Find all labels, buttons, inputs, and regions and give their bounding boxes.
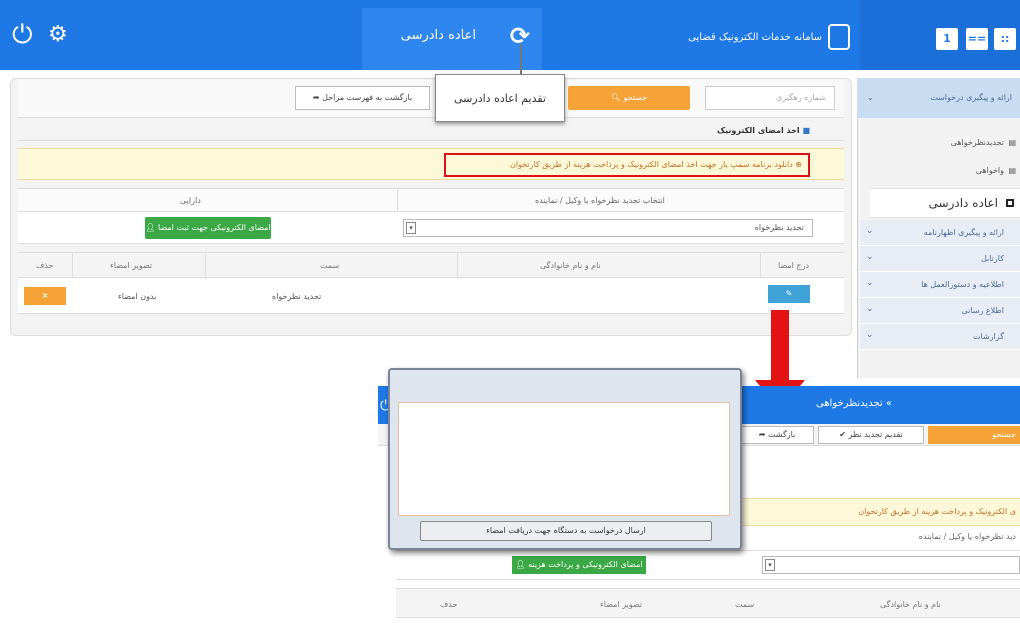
sidebar-item-label: تجدیدنظرخواهی bbox=[950, 138, 1004, 147]
tooltip-popup[interactable]: تقدیم اعاده دادرسی bbox=[435, 74, 565, 122]
menu-button[interactable]: == bbox=[966, 28, 988, 50]
sidebar-head-label: ارائه و پیگیری درخواست bbox=[930, 93, 1012, 102]
search-button[interactable]: 🔍︎ جستجو bbox=[568, 86, 690, 110]
second-col-role: سمت bbox=[735, 600, 755, 609]
second-subheader: دید نظرخواه یا وکیل / نماینده bbox=[918, 532, 1016, 541]
section-icon: ■ bbox=[802, 126, 810, 135]
download-link[interactable]: دانلود برنامه سمپ یار جهت اخذ امضای الکت… bbox=[444, 153, 810, 177]
chevron-down-icon: ⌄ bbox=[866, 278, 874, 288]
second-sign-button[interactable]: 👤︎ امضای الکترونیکی و پرداخت هزینه bbox=[512, 556, 646, 574]
second-col-signature-image: تصویر امضاء bbox=[600, 600, 643, 609]
chevron-down-icon: ▾ bbox=[765, 559, 775, 571]
search-label: جستجو bbox=[623, 93, 648, 102]
square-icon bbox=[1006, 199, 1014, 207]
col-role: سمت bbox=[320, 261, 340, 270]
chevron-down-icon: ⌄ bbox=[866, 252, 874, 262]
brand: سامانه خدمات الکترونیک قضایی bbox=[680, 24, 850, 50]
gear-icon[interactable]: ⚙ bbox=[48, 22, 68, 47]
page-title: اعاده دادرسی bbox=[400, 28, 476, 43]
row-signature: بدون امضاء bbox=[118, 292, 157, 301]
party-select-value: تجدید نظرخواه bbox=[754, 223, 804, 232]
second-title: تجدیدنظرخواهی « bbox=[815, 398, 892, 409]
back-button[interactable]: ➦ بازگشت به فهرست مراحل bbox=[295, 86, 430, 110]
sign-button[interactable]: 👤︎ امضای الکترونیکی جهت ثبت امضا bbox=[145, 217, 271, 239]
pointer-line bbox=[520, 44, 522, 76]
list-icon: ▤ bbox=[1008, 138, 1016, 147]
form-header bbox=[18, 188, 844, 212]
chevron-down-icon: ⌄ bbox=[866, 226, 874, 236]
send-to-device-button[interactable]: ارسال درخواست به دستگاه جهت دریافت امضاء bbox=[420, 521, 712, 541]
back-arrow-icon: ➦ bbox=[312, 93, 323, 102]
sidebar-group-label: اطلاع رسانی bbox=[961, 306, 1004, 315]
chevron-down-icon: ⌄ bbox=[866, 330, 874, 340]
user-icon: 👤︎ bbox=[145, 223, 158, 232]
sidebar-item-label: اعاده دادرسی bbox=[928, 196, 998, 210]
sidebar-group-label: گزارشات bbox=[973, 332, 1004, 341]
right-header: انتخاب تجدید نظرخواه یا وکیل / نماینده bbox=[535, 196, 665, 205]
chevron-down-icon: ⌄ bbox=[866, 304, 874, 314]
col-full-name: نام و نام خانوادگی bbox=[540, 261, 601, 270]
brand-name: سامانه خدمات الکترونیک قضایی bbox=[688, 32, 822, 43]
apps-button[interactable]: :: bbox=[994, 28, 1016, 50]
edit-signature-button[interactable]: ✎ bbox=[768, 285, 810, 303]
power-icon[interactable]: ⏻ bbox=[12, 20, 33, 51]
second-col-delete: حذف bbox=[440, 600, 458, 609]
download-link-text: دانلود برنامه سمپ یار جهت اخذ امضای الکت… bbox=[510, 160, 793, 169]
second-search-button[interactable]: جستجو bbox=[928, 426, 1020, 444]
second-back-label: بازگشت bbox=[767, 430, 796, 439]
second-title-text: تجدیدنظرخواهی bbox=[815, 398, 883, 409]
col-delete: حذف bbox=[36, 261, 54, 270]
sidebar-item-retrial[interactable]: اعاده دادرسی bbox=[870, 188, 1020, 218]
sidebar-group-notices[interactable]: اطلاعیه و دستورالعمل ها ⌄ bbox=[860, 272, 1020, 298]
row-role: تجدید نظرخواه bbox=[272, 292, 322, 301]
second-party-select[interactable]: ▾ bbox=[762, 556, 1020, 574]
second-col-full-name: نام و نام خانوادگی bbox=[880, 600, 941, 609]
font-size-button[interactable]: 1 bbox=[936, 28, 958, 50]
list-icon: ▤ bbox=[1008, 166, 1016, 175]
col-signature-image: تصویر امضاء bbox=[110, 261, 153, 270]
sidebar-group-label: ارائه و پیگیری اظهارنامه bbox=[923, 228, 1004, 237]
user-icon: 👤︎ bbox=[515, 560, 529, 569]
divider bbox=[18, 140, 844, 141]
second-submit-appeal-button[interactable]: ✔ تقدیم تجدید نظر bbox=[818, 426, 924, 444]
red-arrow-shaft bbox=[771, 310, 789, 382]
left-header: دارایی bbox=[180, 196, 201, 205]
sidebar-item-label: واخواهی bbox=[975, 166, 1004, 175]
chevron-down-icon: ⌄ bbox=[867, 93, 874, 102]
party-select[interactable]: تجدید نظرخواه ▾ bbox=[403, 219, 813, 237]
back-label: بازگشت به فهرست مراحل bbox=[322, 93, 413, 102]
sidebar-group-reports[interactable]: گزارشات ⌄ bbox=[860, 324, 1020, 350]
section-title-text: اخذ امضای الکترونیک bbox=[716, 126, 800, 135]
second-sign-label: امضای الکترونیکی و پرداخت هزینه bbox=[528, 560, 643, 569]
section-title: اخذ امضای الکترونیک ■ bbox=[600, 126, 810, 135]
second-submit-label: تقدیم تجدید نظر bbox=[848, 430, 903, 439]
back-arrow-icon: ➦ bbox=[758, 430, 768, 439]
scales-logo-icon bbox=[828, 24, 850, 50]
second-back-button[interactable]: ➦ بازگشت bbox=[740, 426, 814, 444]
tracking-number-input[interactable]: شماره رهگیری bbox=[705, 86, 835, 110]
delete-button[interactable]: × bbox=[24, 287, 66, 305]
signature-pad[interactable] bbox=[398, 402, 730, 516]
sidebar-group-cartable[interactable]: کارتابل ⌄ bbox=[860, 246, 1020, 272]
sidebar-group-label: اطلاعیه و دستورالعمل ها bbox=[921, 280, 1004, 289]
sidebar-item-objection[interactable]: واخواهی ▤ bbox=[870, 166, 1016, 175]
second-notice: ی الکترونیک و پرداخت هزینه از طریق کارتخ… bbox=[740, 498, 1020, 526]
chevron-down-icon: ▾ bbox=[406, 222, 416, 234]
sidebar-head[interactable]: ارائه و پیگیری درخواست ⌄ bbox=[857, 78, 1020, 118]
sidebar-group-label: کارتابل bbox=[980, 254, 1004, 263]
sidebar-group-info[interactable]: اطلاع رسانی ⌄ bbox=[860, 298, 1020, 324]
col-insert-signature: درج امضا bbox=[778, 261, 810, 270]
sidebar-item-appeal[interactable]: تجدیدنظرخواهی ▤ bbox=[870, 138, 1016, 147]
globe-icon: ⊕ bbox=[795, 160, 802, 169]
search-icon: 🔍︎ bbox=[610, 93, 624, 102]
sidebar-group-declaration[interactable]: ارائه و پیگیری اظهارنامه ⌄ bbox=[860, 220, 1020, 246]
sign-button-label: امضای الکترونیکی جهت ثبت امضا bbox=[158, 223, 271, 232]
page-title-tab: اعاده دادرسی ⟳ bbox=[362, 8, 542, 70]
